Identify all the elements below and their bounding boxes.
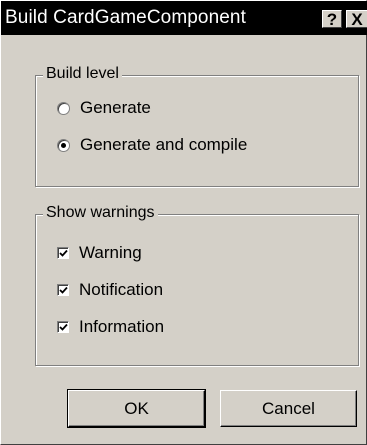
build-level-label: Build level [43,65,122,83]
close-button[interactable]: X [346,10,367,29]
checkbox-warning[interactable]: Warning [57,243,142,263]
cancel-button[interactable]: Cancel [220,390,357,427]
checkbox-notification-box[interactable] [57,284,69,296]
show-warnings-group: Show warnings Warning Notification Infor… [35,204,359,366]
checkbox-warning-label: Warning [79,243,142,262]
check-mark-icon [59,286,68,294]
ok-button[interactable]: OK [67,389,206,428]
checkbox-information-box[interactable] [57,321,69,333]
show-warnings-label: Show warnings [43,204,158,222]
radio-generate-label: Generate [80,98,151,117]
build-level-group: Build level Generate Generate and compil… [35,65,359,187]
checkbox-information-label: Information [79,317,165,336]
build-dialog: Build CardGameComponent ? X Build level … [0,0,367,445]
checkbox-notification[interactable]: Notification [57,280,163,300]
radio-generate-and-compile[interactable]: Generate and compile [57,135,247,155]
radio-generate-indicator[interactable] [57,101,70,115]
check-mark-icon [59,323,68,331]
checkbox-warning-box[interactable] [57,247,69,259]
window-title: Build CardGameComponent [5,7,246,28]
check-mark-icon [59,249,68,257]
title-bar[interactable]: Build CardGameComponent ? X [1,1,367,35]
radio-generate-and-compile-indicator[interactable] [57,138,70,152]
checkbox-notification-label: Notification [79,280,164,299]
checkbox-information[interactable]: Information [57,317,164,337]
radio-generate-and-compile-label: Generate and compile [80,135,248,154]
radio-generate[interactable]: Generate [57,98,151,118]
help-button[interactable]: ? [322,10,342,29]
